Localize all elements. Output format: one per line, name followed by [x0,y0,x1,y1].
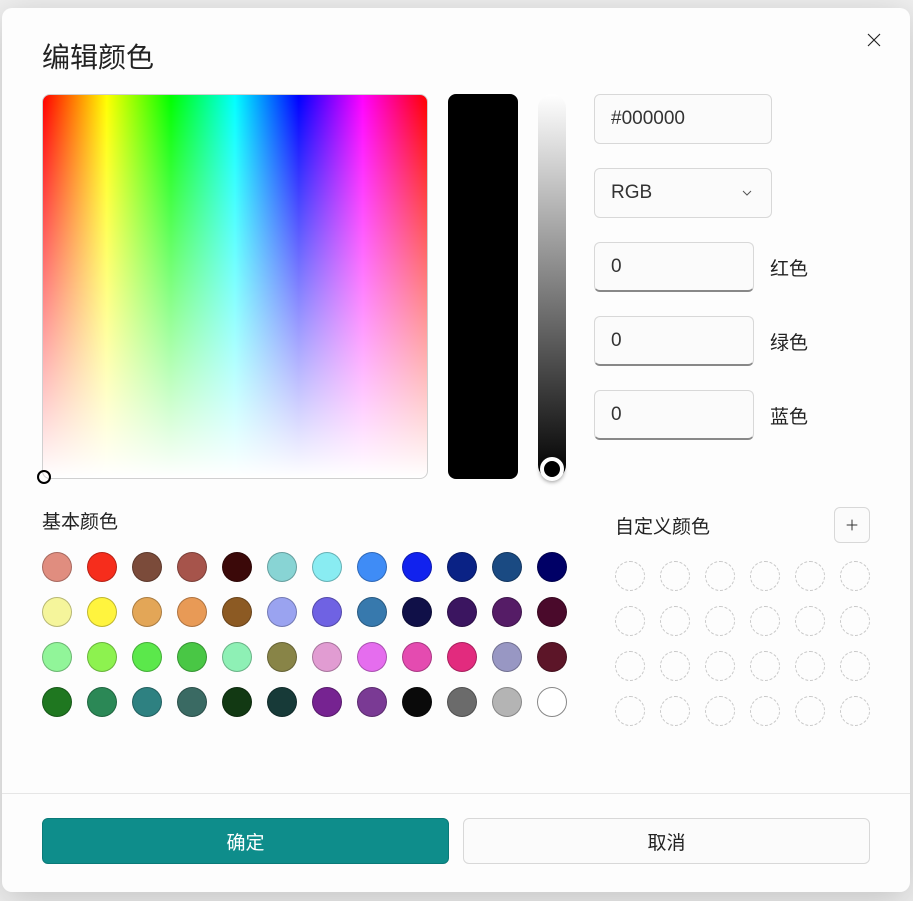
basic-color-swatch[interactable] [177,597,207,627]
custom-color-slot[interactable] [840,651,870,681]
basic-color-swatch[interactable] [492,687,522,717]
cancel-button[interactable]: 取消 [463,818,870,864]
custom-color-slot[interactable] [660,651,690,681]
basic-color-swatch[interactable] [537,597,567,627]
basic-color-swatch[interactable] [492,552,522,582]
basic-color-swatch[interactable] [222,552,252,582]
basic-color-swatch[interactable] [447,642,477,672]
basic-color-swatch[interactable] [177,642,207,672]
custom-color-slot[interactable] [750,561,780,591]
basic-color-swatch[interactable] [312,597,342,627]
basic-color-swatch[interactable] [42,552,72,582]
basic-color-swatch[interactable] [447,552,477,582]
picker-cursor[interactable] [37,470,51,484]
custom-color-slot[interactable] [840,696,870,726]
chevron-down-icon [739,185,755,201]
basic-color-swatch[interactable] [492,642,522,672]
basic-color-swatch[interactable] [222,687,252,717]
color-model-select[interactable]: RGB [594,168,772,218]
close-icon [865,31,883,49]
basic-color-swatch[interactable] [537,552,567,582]
basic-color-swatch[interactable] [312,552,342,582]
red-label: 红色 [770,254,808,281]
basic-color-swatch[interactable] [447,687,477,717]
custom-color-slot[interactable] [615,651,645,681]
basic-color-swatch[interactable] [357,687,387,717]
basic-color-swatch[interactable] [177,687,207,717]
custom-colors-label: 自定义颜色 [615,512,710,539]
basic-color-swatch[interactable] [267,552,297,582]
basic-color-swatch[interactable] [312,687,342,717]
custom-color-slot[interactable] [840,606,870,636]
custom-color-slot[interactable] [750,606,780,636]
basic-color-swatch[interactable] [87,687,117,717]
basic-color-swatch[interactable] [87,642,117,672]
custom-color-slot[interactable] [705,561,735,591]
green-label: 绿色 [770,328,808,355]
basic-color-swatch[interactable] [222,642,252,672]
basic-color-grid [42,552,575,717]
custom-color-slot[interactable] [795,606,825,636]
basic-color-swatch[interactable] [42,687,72,717]
blue-label: 蓝色 [770,402,808,429]
blue-input[interactable] [594,390,754,440]
basic-color-swatch[interactable] [267,642,297,672]
basic-color-swatch[interactable] [267,597,297,627]
custom-color-slot[interactable] [705,651,735,681]
basic-color-swatch[interactable] [267,687,297,717]
basic-color-swatch[interactable] [537,687,567,717]
basic-color-swatch[interactable] [42,597,72,627]
value-slider[interactable] [538,94,566,479]
red-input[interactable] [594,242,754,292]
basic-color-swatch[interactable] [402,597,432,627]
custom-color-slot[interactable] [615,696,645,726]
basic-color-swatch[interactable] [177,552,207,582]
custom-color-slot[interactable] [750,696,780,726]
custom-color-slot[interactable] [660,606,690,636]
color-editor-dialog: 编辑颜色 RGB 红色 [2,8,910,892]
basic-color-swatch[interactable] [447,597,477,627]
green-input[interactable] [594,316,754,366]
slider-thumb[interactable] [540,457,564,481]
basic-colors-label: 基本颜色 [42,507,118,534]
basic-color-swatch[interactable] [132,552,162,582]
add-custom-color-button[interactable] [834,507,870,543]
basic-color-swatch[interactable] [312,642,342,672]
custom-color-slot[interactable] [795,696,825,726]
basic-color-swatch[interactable] [132,687,162,717]
close-button[interactable] [862,28,886,52]
custom-color-slot[interactable] [660,696,690,726]
ok-button[interactable]: 确定 [42,818,449,864]
basic-color-swatch[interactable] [132,642,162,672]
custom-color-slot[interactable] [660,561,690,591]
basic-color-swatch[interactable] [357,642,387,672]
basic-color-swatch[interactable] [42,642,72,672]
custom-color-slot[interactable] [795,651,825,681]
basic-color-swatch[interactable] [402,552,432,582]
custom-color-grid [615,561,870,726]
custom-color-slot[interactable] [615,606,645,636]
basic-color-swatch[interactable] [357,552,387,582]
custom-color-slot[interactable] [795,561,825,591]
hex-input[interactable] [594,94,772,144]
custom-color-slot[interactable] [705,696,735,726]
custom-color-slot[interactable] [615,561,645,591]
plus-icon [844,517,860,533]
dialog-title: 编辑颜色 [2,8,910,94]
basic-color-swatch[interactable] [402,687,432,717]
basic-color-swatch[interactable] [87,597,117,627]
basic-color-swatch[interactable] [492,597,522,627]
basic-color-swatch[interactable] [222,597,252,627]
basic-color-swatch[interactable] [357,597,387,627]
basic-color-swatch[interactable] [402,642,432,672]
basic-color-swatch[interactable] [537,642,567,672]
basic-color-swatch[interactable] [132,597,162,627]
basic-color-swatch[interactable] [87,552,117,582]
custom-color-slot[interactable] [750,651,780,681]
hue-saturation-picker[interactable] [42,94,428,479]
custom-color-slot[interactable] [840,561,870,591]
color-preview [448,94,518,479]
custom-color-slot[interactable] [705,606,735,636]
color-model-value: RGB [611,182,652,204]
